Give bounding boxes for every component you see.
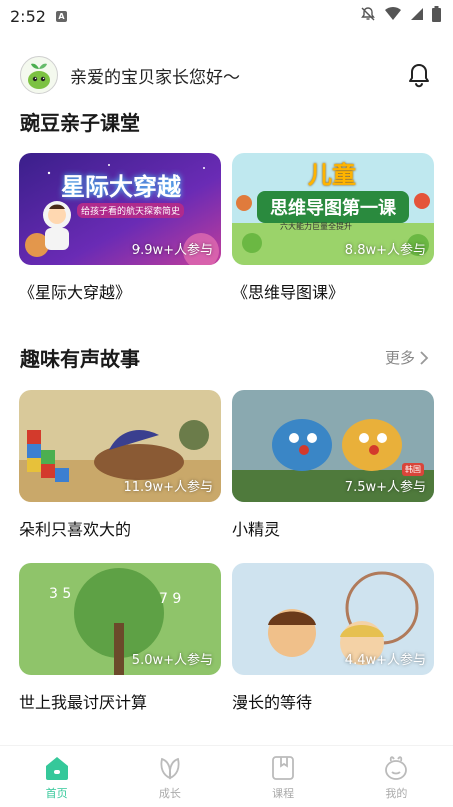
more-label: 更多 [384, 349, 415, 367]
tab-label: 我的 [385, 786, 408, 800]
cell-signal-icon [410, 6, 424, 26]
story-title: 漫长的等待 [232, 693, 313, 712]
section-title-stories: 趣味有声故事 [20, 347, 140, 371]
tab-label: 课程 [272, 786, 295, 800]
bookmark-icon [272, 755, 295, 780]
story-thumbnail: 韩国 7.5w+人参与 [232, 390, 434, 502]
story-card[interactable]: 4.4w+人参与 漫长的等待 [232, 563, 434, 713]
participants-badge: 8.8w+人参与 [344, 243, 426, 258]
course-art-title: 思维导图第一课 [257, 191, 409, 223]
course-thumbnail: 儿童 思维导图第一课 六大能力巨量全提升 8.8w+人参与 [232, 153, 434, 265]
pea-mascot-icon [28, 63, 50, 89]
home-header: 亲爱的宝贝家长您好〜 [0, 52, 453, 98]
avatar[interactable] [20, 56, 58, 94]
participants-badge: 9.9w+人参与 [131, 243, 213, 258]
story-thumbnail: 3 5 7 9 5.0w+人参与 [19, 563, 221, 675]
story-card[interactable]: 11.9w+人参与 朵利只喜欢大的 [19, 390, 221, 540]
participants-badge: 11.9w+人参与 [123, 480, 213, 495]
story-title: 朵利只喜欢大的 [19, 520, 132, 539]
course-card-mindmap[interactable]: 儿童 思维导图第一课 六大能力巨量全提升 8.8w+人参与 《思维导图课》 [232, 153, 434, 303]
course-thumbnail: 星际大穿越 给孩子看的航天探索简史 9.9w+人参与 [19, 153, 221, 265]
story-thumbnail: 4.4w+人参与 [232, 563, 434, 675]
section-title-parent-class: 豌豆亲子课堂 [20, 111, 140, 135]
course-art-top: 儿童 [308, 161, 356, 189]
tab-home[interactable]: 首页 [0, 746, 113, 807]
app-notification-icon: A [55, 10, 67, 22]
bottom-tab-bar: 首页 成长 课程 我的 [0, 745, 453, 807]
svg-text:3 5: 3 5 [49, 586, 71, 602]
course-art-subtitle: 给孩子看的航天探索简史 [77, 203, 185, 218]
tab-growth[interactable]: 成长 [113, 746, 226, 807]
wifi-icon [384, 6, 402, 26]
course-card-interstellar[interactable]: 星际大穿越 给孩子看的航天探索简史 9.9w+人参与 《星际大穿越》 [19, 153, 221, 303]
notifications-off-icon [360, 6, 376, 26]
story-title: 小精灵 [232, 520, 281, 539]
story-title: 世上我最讨厌计算 [19, 693, 148, 712]
participants-badge: 7.5w+人参与 [344, 480, 426, 495]
battery-icon [432, 6, 441, 26]
participants-badge: 5.0w+人参与 [131, 653, 213, 668]
tab-label: 首页 [45, 786, 68, 800]
greeting-text: 亲爱的宝贝家长您好〜 [70, 67, 240, 88]
story-card[interactable]: 韩国 7.5w+人参与 小精灵 [232, 390, 434, 540]
course-title: 《思维导图课》 [232, 283, 345, 302]
course-art-title: 星际大穿越 [61, 173, 181, 201]
profile-icon [385, 755, 408, 780]
course-art-subtitle: 六大能力巨量全提升 [280, 222, 352, 231]
svg-text:7 9: 7 9 [159, 591, 181, 607]
course-title: 《星际大穿越》 [19, 283, 132, 302]
bell-icon[interactable] [405, 61, 433, 89]
participants-badge: 4.4w+人参与 [344, 653, 426, 668]
tab-profile[interactable]: 我的 [340, 746, 453, 807]
tab-label: 成长 [158, 786, 181, 800]
more-button[interactable]: 更多 [385, 347, 429, 368]
status-time: 2:52 [10, 6, 46, 26]
story-card[interactable]: 3 5 7 9 5.0w+人参与 世上我最讨厌计算 [19, 563, 221, 713]
story-tag: 韩国 [402, 463, 424, 476]
home-icon [45, 756, 68, 780]
leaf-icon [160, 757, 180, 779]
status-bar: 2:52 A [0, 0, 453, 32]
story-thumbnail: 11.9w+人参与 [19, 390, 221, 502]
chevron-right-icon [420, 350, 429, 365]
tab-courses[interactable]: 课程 [227, 746, 340, 807]
